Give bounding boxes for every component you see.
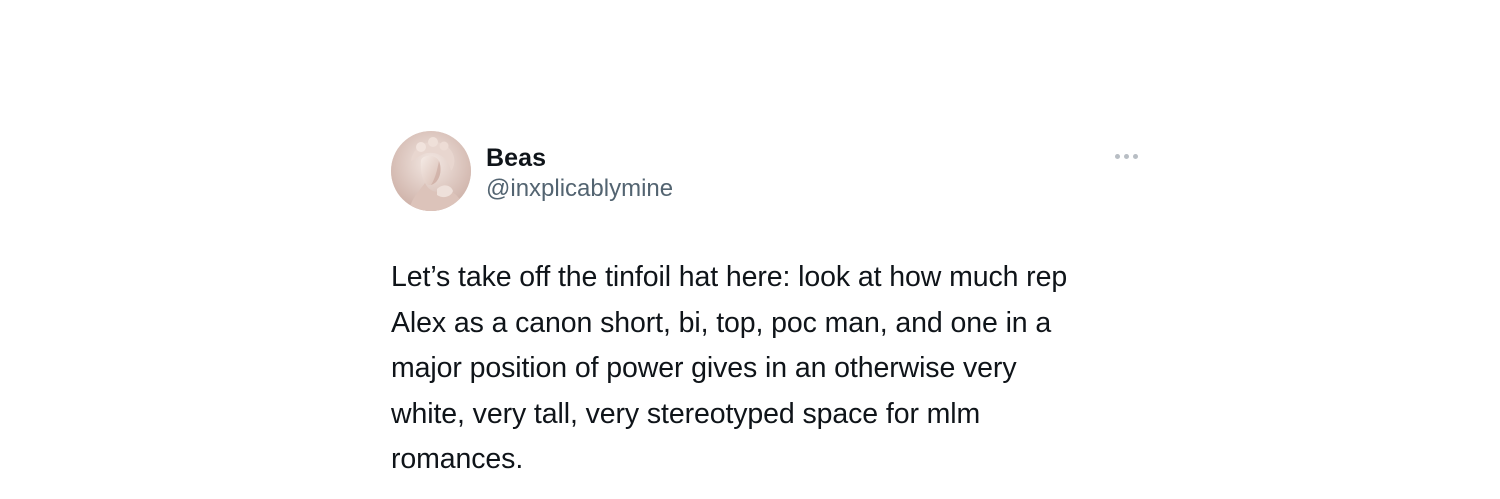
- author-names: Beas @inxplicablymine: [486, 144, 673, 203]
- avatar[interactable]: [391, 131, 471, 211]
- more-options-icon: [1114, 153, 1120, 159]
- more-options-button[interactable]: [1106, 145, 1146, 167]
- tweet-header: Beas @inxplicablymine: [391, 131, 1151, 213]
- more-options-icon-dot: [1132, 153, 1138, 159]
- more-options-icon-dot: [1123, 153, 1129, 159]
- author-handle[interactable]: @inxplicablymine: [486, 175, 673, 203]
- tweet-text-line: Alex as a canon short, bi, top, poc man,…: [391, 306, 1052, 339]
- tweet-text: Let’s take off the tinfoil hat here: loo…: [391, 255, 1151, 483]
- tweet-card[interactable]: Beas @inxplicablymine Let’s take off the…: [391, 131, 1151, 483]
- author-display-name[interactable]: Beas: [486, 144, 673, 172]
- tweet-text-line: Let’s take off the tinfoil hat here: loo…: [391, 261, 1068, 293]
- page: Beas @inxplicablymine Let’s take off the…: [0, 0, 1500, 499]
- tweet-text-line: romances.: [391, 443, 524, 475]
- tweet-text-line: white, very tall, very stereotyped space…: [391, 397, 981, 430]
- tweet-text-line: major position of power gives in an othe…: [391, 352, 1017, 384]
- statue-avatar-icon: [391, 131, 471, 211]
